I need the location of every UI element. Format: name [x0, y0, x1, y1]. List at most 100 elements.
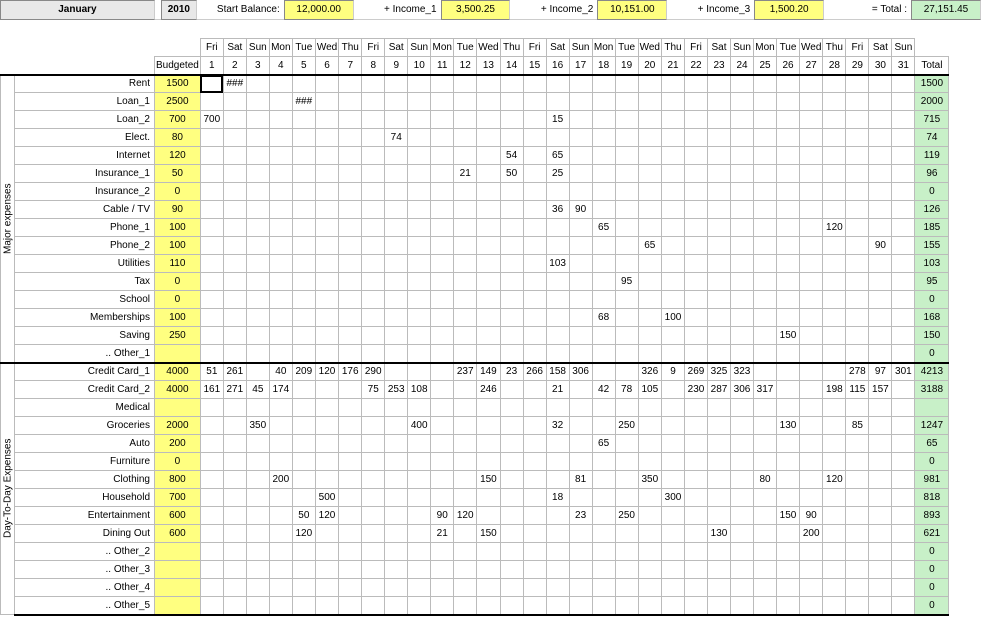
data-cell[interactable]	[246, 291, 269, 309]
data-cell[interactable]	[362, 255, 385, 273]
data-cell[interactable]	[431, 363, 454, 381]
data-cell[interactable]: 157	[869, 381, 892, 399]
data-cell[interactable]	[408, 579, 431, 597]
data-cell[interactable]	[615, 327, 638, 345]
data-cell[interactable]	[292, 579, 315, 597]
data-cell[interactable]	[431, 111, 454, 129]
data-cell[interactable]	[223, 93, 246, 111]
data-cell[interactable]	[477, 255, 500, 273]
data-cell[interactable]	[708, 309, 731, 327]
data-cell[interactable]	[200, 561, 223, 579]
data-cell[interactable]	[292, 399, 315, 417]
data-cell[interactable]	[454, 219, 477, 237]
data-cell[interactable]	[869, 273, 892, 291]
data-cell[interactable]	[339, 201, 362, 219]
data-cell[interactable]	[754, 237, 777, 255]
data-cell[interactable]	[408, 237, 431, 255]
budgeted-cell[interactable]: 90	[155, 201, 201, 219]
data-cell[interactable]	[754, 75, 777, 93]
data-cell[interactable]: 51	[200, 363, 223, 381]
data-cell[interactable]	[892, 579, 915, 597]
data-cell[interactable]	[754, 345, 777, 363]
data-cell[interactable]	[454, 201, 477, 219]
data-cell[interactable]	[615, 489, 638, 507]
data-cell[interactable]	[869, 453, 892, 471]
data-cell[interactable]	[569, 147, 592, 165]
data-cell[interactable]: 261	[223, 363, 246, 381]
data-cell[interactable]	[408, 273, 431, 291]
data-cell[interactable]	[685, 255, 708, 273]
data-cell[interactable]	[269, 309, 292, 327]
data-cell[interactable]	[708, 489, 731, 507]
data-cell[interactable]	[615, 399, 638, 417]
data-cell[interactable]	[569, 183, 592, 201]
data-cell[interactable]	[662, 597, 685, 615]
data-cell[interactable]	[892, 75, 915, 93]
data-cell[interactable]	[246, 219, 269, 237]
data-cell[interactable]	[592, 327, 615, 345]
data-cell[interactable]	[408, 543, 431, 561]
data-cell[interactable]	[846, 345, 869, 363]
data-cell[interactable]	[800, 111, 823, 129]
data-cell[interactable]: 290	[362, 363, 385, 381]
data-cell[interactable]: ###	[223, 75, 246, 93]
data-cell[interactable]	[546, 561, 569, 579]
data-cell[interactable]	[777, 93, 800, 111]
data-cell[interactable]	[362, 183, 385, 201]
data-cell[interactable]	[454, 597, 477, 615]
data-cell[interactable]	[477, 165, 500, 183]
data-cell[interactable]	[246, 453, 269, 471]
data-cell[interactable]	[223, 273, 246, 291]
data-cell[interactable]	[431, 291, 454, 309]
data-cell[interactable]	[800, 399, 823, 417]
data-cell[interactable]	[269, 399, 292, 417]
data-cell[interactable]	[269, 507, 292, 525]
data-cell[interactable]	[454, 147, 477, 165]
data-cell[interactable]	[800, 543, 823, 561]
data-cell[interactable]	[477, 507, 500, 525]
data-cell[interactable]	[731, 579, 754, 597]
budgeted-cell[interactable]: 700	[155, 489, 201, 507]
data-cell[interactable]: 68	[592, 309, 615, 327]
data-cell[interactable]	[223, 147, 246, 165]
data-cell[interactable]	[846, 489, 869, 507]
data-cell[interactable]	[431, 93, 454, 111]
data-cell[interactable]: 198	[823, 381, 846, 399]
data-cell[interactable]	[339, 273, 362, 291]
data-cell[interactable]	[523, 381, 546, 399]
data-cell[interactable]	[223, 525, 246, 543]
data-cell[interactable]	[362, 543, 385, 561]
data-cell[interactable]	[754, 435, 777, 453]
data-cell[interactable]	[777, 579, 800, 597]
data-cell[interactable]	[846, 165, 869, 183]
data-cell[interactable]	[777, 237, 800, 255]
data-cell[interactable]: 209	[292, 363, 315, 381]
budgeted-cell[interactable]	[155, 561, 201, 579]
data-cell[interactable]	[362, 165, 385, 183]
data-cell[interactable]	[385, 147, 408, 165]
data-cell[interactable]	[592, 507, 615, 525]
data-cell[interactable]	[592, 345, 615, 363]
data-cell[interactable]	[246, 489, 269, 507]
data-cell[interactable]	[362, 93, 385, 111]
data-cell[interactable]	[408, 327, 431, 345]
data-cell[interactable]	[246, 183, 269, 201]
data-cell[interactable]	[454, 93, 477, 111]
data-cell[interactable]	[846, 201, 869, 219]
data-cell[interactable]	[339, 435, 362, 453]
data-cell[interactable]	[408, 561, 431, 579]
data-cell[interactable]	[685, 561, 708, 579]
budgeted-cell[interactable]: 4000	[155, 363, 201, 381]
data-cell[interactable]	[685, 165, 708, 183]
data-cell[interactable]	[408, 399, 431, 417]
data-cell[interactable]	[454, 255, 477, 273]
data-cell[interactable]	[569, 579, 592, 597]
data-cell[interactable]	[823, 435, 846, 453]
data-cell[interactable]	[708, 111, 731, 129]
data-cell[interactable]	[823, 417, 846, 435]
data-cell[interactable]	[615, 147, 638, 165]
data-cell[interactable]	[638, 453, 661, 471]
data-cell[interactable]	[454, 129, 477, 147]
data-cell[interactable]	[846, 471, 869, 489]
data-cell[interactable]	[523, 327, 546, 345]
